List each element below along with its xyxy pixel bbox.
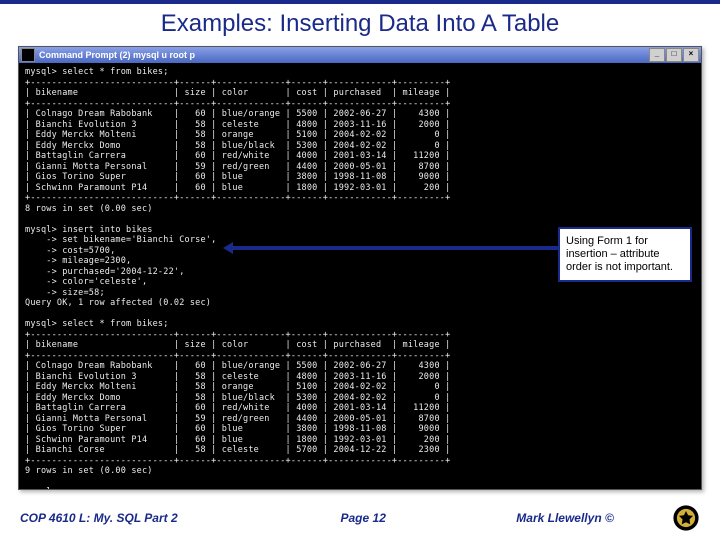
ucf-logo-icon — [672, 504, 700, 532]
minimize-button[interactable]: _ — [649, 48, 665, 62]
annotation-arrow — [230, 246, 560, 250]
close-button[interactable]: × — [683, 48, 699, 62]
cmd-icon — [21, 48, 35, 62]
footer-course: COP 4610 L: My. SQL Part 2 — [20, 511, 262, 525]
slide-footer: COP 4610 L: My. SQL Part 2 Page 12 Mark … — [0, 504, 720, 532]
slide: Examples: Inserting Data Into A Table Co… — [0, 0, 720, 540]
maximize-button[interactable]: □ — [666, 48, 682, 62]
window-controls: _ □ × — [649, 48, 699, 62]
annotation-box: Using Form 1 for insertion – attribute o… — [558, 227, 692, 282]
window-title-text: Command Prompt (2) mysql u root p — [39, 50, 649, 60]
window-titlebar: Command Prompt (2) mysql u root p _ □ × — [19, 47, 701, 63]
footer-page: Page 12 — [262, 511, 464, 525]
slide-title: Examples: Inserting Data Into A Table — [0, 10, 720, 38]
footer-author: Mark Llewellyn © — [464, 511, 666, 525]
